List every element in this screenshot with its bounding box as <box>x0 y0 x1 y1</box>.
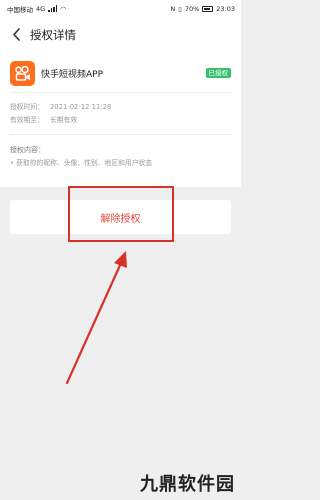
wifi-icon: ◠ <box>60 4 66 13</box>
app-name: 快手短视频APP <box>41 69 104 80</box>
divider <box>10 134 231 135</box>
network-label: 4G <box>36 4 46 13</box>
auth-time-label: 授权时间： <box>10 103 44 111</box>
status-right: N ▯ 70% 23:03 <box>170 5 235 13</box>
permission-item: • 获取你的昵称、头像、性别、地区和用户状态 <box>10 159 153 167</box>
battery-icon <box>202 5 214 12</box>
back-button[interactable] <box>4 17 28 52</box>
auth-time-row: 授权时间： 2021-02-12 11:28 <box>10 101 111 111</box>
status-bar: 中国移动 4G ◠ N ▯ 70% 23:03 <box>0 0 241 17</box>
validity-label: 有效期至： <box>10 116 44 124</box>
carrier-label: 中国移动 <box>7 5 33 14</box>
watermark: 九鼎软件园 <box>140 474 235 495</box>
validity-row: 有效期至： 长期有效 <box>10 114 77 124</box>
nfc-icon: N <box>170 4 176 13</box>
app-detail-card: 快手短视频APP 已授权 授权时间： 2021-02-12 11:28 有效期至：… <box>0 52 241 187</box>
clock: 23:03 <box>216 4 235 13</box>
vibrate-icon: ▯ <box>178 4 182 13</box>
nav-bar: 授权详情 <box>0 17 241 52</box>
revoke-authorization-button[interactable]: 解除授权 <box>10 200 231 234</box>
divider <box>10 92 231 93</box>
kuaishou-logo-icon <box>10 60 35 86</box>
validity-value: 长期有效 <box>49 116 78 124</box>
back-arrow-icon <box>12 28 20 41</box>
battery-percent: 70% <box>184 4 200 13</box>
signal-icon <box>48 5 58 12</box>
page-title: 授权详情 <box>30 27 76 42</box>
app-row: 快手短视频APP 已授权 <box>10 58 231 88</box>
status-left: 中国移动 4G ◠ <box>7 4 66 14</box>
auth-time-value: 2021-02-12 11:28 <box>49 103 112 111</box>
authorized-badge: 已授权 <box>205 68 231 78</box>
permissions-title: 授权内容： <box>10 146 45 154</box>
